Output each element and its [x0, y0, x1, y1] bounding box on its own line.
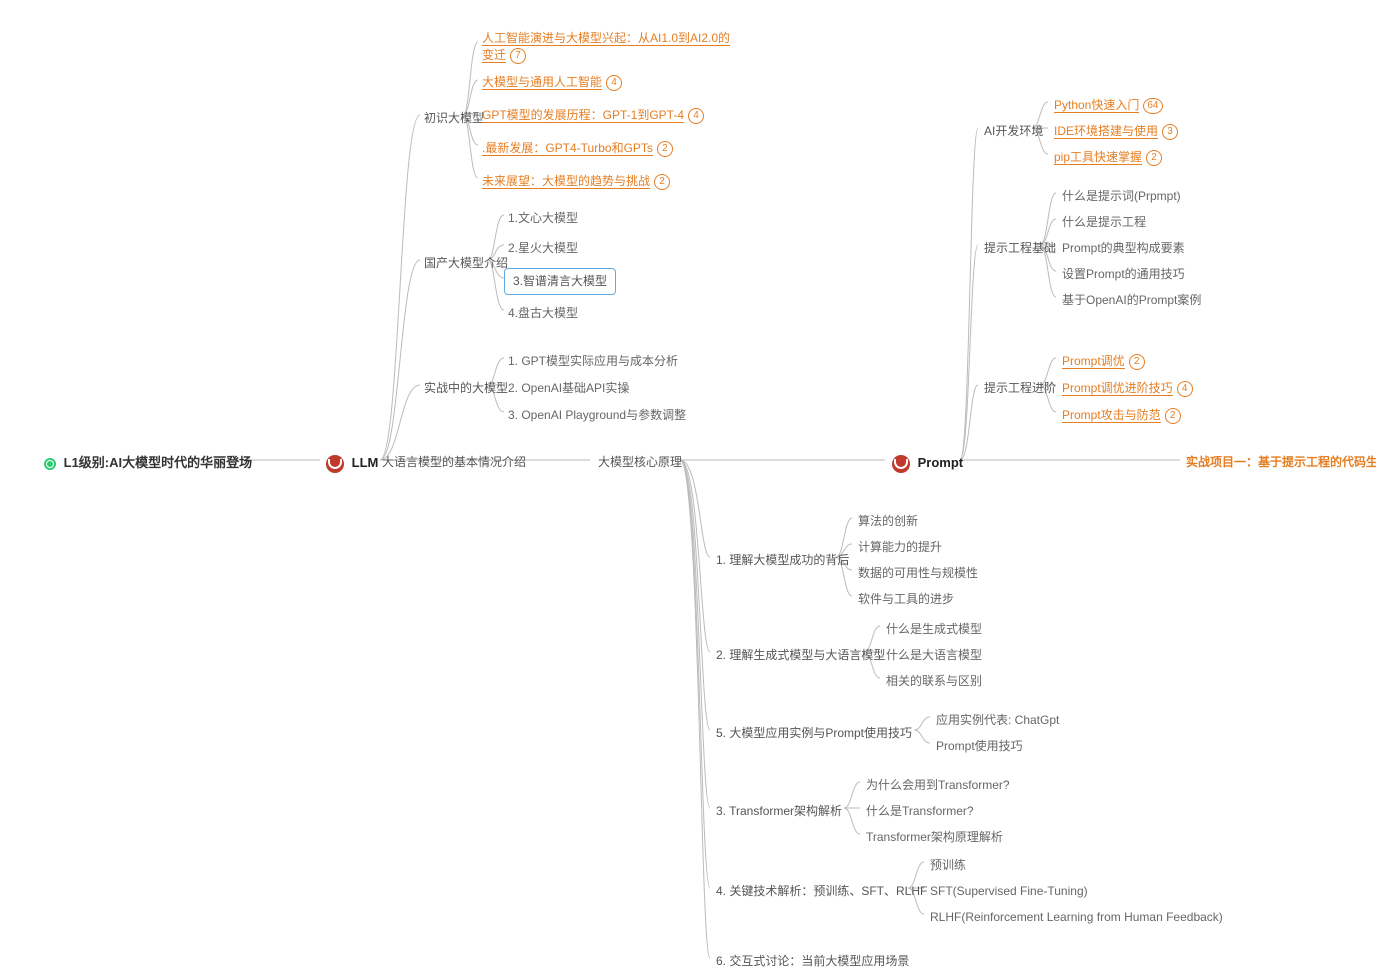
intro-item-0[interactable]: 人工智能演进与大模型兴起：从AI1.0到AI2.0的变迁7: [478, 28, 738, 66]
sec2-1[interactable]: 什么是大语言模型: [882, 645, 986, 666]
basic-2[interactable]: Prompt的典型构成要素: [1058, 238, 1189, 259]
core-sec5[interactable]: 5. 大模型应用实例与Prompt使用技巧: [712, 723, 916, 744]
basic-0[interactable]: 什么是提示词(Prpmpt): [1058, 186, 1185, 207]
llm-hub[interactable]: LLM: [322, 452, 382, 475]
sec4-1[interactable]: SFT(Supervised Fine-Tuning): [926, 881, 1092, 902]
sec4-0[interactable]: 预训练: [926, 855, 970, 876]
domestic-item-3[interactable]: 4.盘古大模型: [504, 303, 582, 324]
practice-item-0[interactable]: 1. GPT模型实际应用与成本分析: [504, 351, 682, 372]
sec3-0[interactable]: 为什么会用到Transformer?: [862, 775, 1014, 796]
sec5-0[interactable]: 应用实例代表: ChatGpt: [932, 710, 1063, 731]
sec5-1[interactable]: Prompt使用技巧: [932, 736, 1027, 757]
root-node[interactable]: L1级别:AI大模型时代的华丽登场: [40, 452, 256, 474]
sec1-2[interactable]: 数据的可用性与规模性: [854, 563, 982, 584]
sec1-3[interactable]: 软件与工具的进步: [854, 589, 958, 610]
prompt-hub[interactable]: Prompt: [888, 452, 967, 475]
domestic-item-0[interactable]: 1.文心大模型: [504, 208, 582, 229]
prompt-env[interactable]: AI开发环境: [980, 121, 1047, 142]
intro-item-1[interactable]: 大模型与通用人工智能4: [478, 72, 626, 93]
project-node[interactable]: 实战项目一：基于提示工程的代码生成: [1182, 452, 1376, 473]
core-sec1[interactable]: 1. 理解大模型成功的背后: [712, 550, 853, 571]
sec2-2[interactable]: 相关的联系与区别: [882, 671, 986, 692]
basic-3[interactable]: 设置Prompt的通用技巧: [1058, 264, 1189, 285]
branch-practice[interactable]: 实战中的大模型: [420, 378, 512, 399]
clock-icon: [44, 458, 56, 470]
mindmap-connectors: [0, 0, 1376, 970]
adv-0[interactable]: Prompt调优2: [1058, 351, 1149, 372]
core-sec3[interactable]: 3. Transformer架构解析: [712, 801, 846, 822]
core-sec4[interactable]: 4. 关键技术解析：预训练、SFT、RLHF: [712, 881, 931, 902]
llm-logo-icon: [326, 455, 344, 473]
core-sec6[interactable]: 6. 交互式讨论：当前大模型应用场景: [712, 951, 913, 972]
core-sec2[interactable]: 2. 理解生成式模型与大语言模型: [712, 645, 889, 666]
env-2[interactable]: pip工具快速掌握2: [1050, 147, 1166, 168]
env-0[interactable]: Python快速入门64: [1050, 95, 1167, 116]
intro-item-2[interactable]: GPT模型的发展历程：GPT-1到GPT-44: [478, 105, 708, 126]
prompt-basic[interactable]: 提示工程基础: [980, 238, 1060, 259]
intro-item-3[interactable]: .最新发展：GPT4-Turbo和GPTs2: [478, 138, 677, 159]
intro-item-4[interactable]: 未来展望：大模型的趋势与挑战2: [478, 171, 674, 192]
sec4-2[interactable]: RLHF(Reinforcement Learning from Human F…: [926, 907, 1227, 928]
practice-item-2[interactable]: 3. OpenAI Playground与参数调整: [504, 405, 690, 426]
sec2-0[interactable]: 什么是生成式模型: [882, 619, 986, 640]
prompt-adv[interactable]: 提示工程进阶: [980, 378, 1060, 399]
domestic-item-2-selected[interactable]: 3.智谱清言大模型: [504, 268, 616, 295]
prompt-label: Prompt: [918, 455, 964, 470]
sec3-2[interactable]: Transformer架构原理解析: [862, 827, 1007, 848]
llm-label: LLM: [352, 455, 379, 470]
branch-domestic[interactable]: 国产大模型介绍: [420, 253, 512, 274]
core-title[interactable]: 大模型核心原理: [594, 452, 686, 473]
env-1[interactable]: IDE环境搭建与使用3: [1050, 121, 1182, 142]
sec3-1[interactable]: 什么是Transformer?: [862, 801, 978, 822]
practice-item-1[interactable]: 2. OpenAI基础API实操: [504, 378, 633, 399]
adv-2[interactable]: Prompt攻击与防范2: [1058, 405, 1185, 426]
domestic-item-1[interactable]: 2.星火大模型: [504, 238, 582, 259]
sec1-0[interactable]: 算法的创新: [854, 511, 922, 532]
basic-1[interactable]: 什么是提示工程: [1058, 212, 1150, 233]
llm-title[interactable]: 大语言模型的基本情况介绍: [378, 452, 530, 473]
adv-1[interactable]: Prompt调优进阶技巧4: [1058, 378, 1197, 399]
basic-4[interactable]: 基于OpenAI的Prompt案例: [1058, 290, 1205, 311]
root-label: L1级别:AI大模型时代的华丽登场: [64, 455, 253, 470]
prompt-logo-icon: [892, 455, 910, 473]
sec1-1[interactable]: 计算能力的提升: [854, 537, 946, 558]
